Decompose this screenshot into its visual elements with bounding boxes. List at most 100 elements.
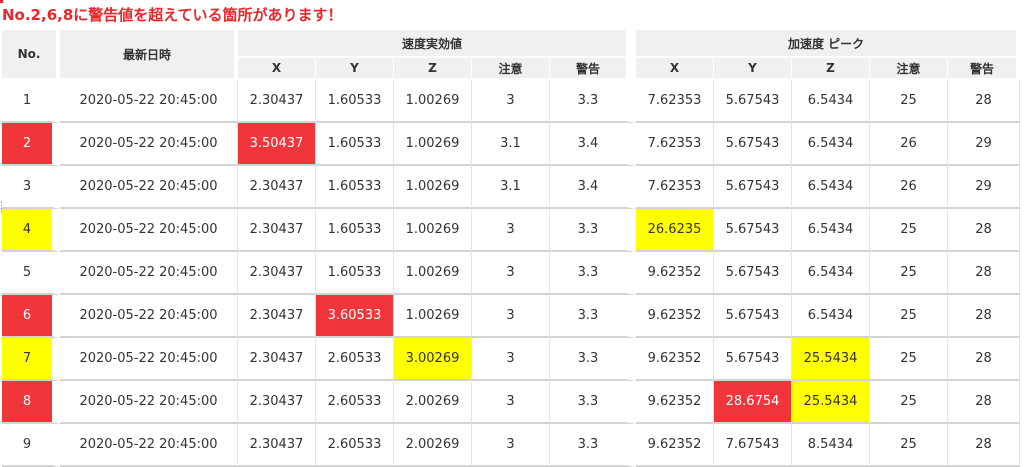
cell-velocity-z: 1.00269 bbox=[394, 209, 472, 252]
cell-accel-caution: 25 bbox=[870, 338, 949, 381]
cell-no: 3 bbox=[2, 166, 60, 209]
cell-no: 5 bbox=[2, 252, 60, 295]
cell-accel-z: 6.5434 bbox=[792, 166, 871, 209]
cell-datetime: 2020-05-22 20:45:00 bbox=[60, 166, 238, 209]
header-velocity-z[interactable]: Z bbox=[394, 58, 472, 80]
cell-accel-x: 26.6235 bbox=[636, 209, 715, 252]
cell-accel-y: 5.67543 bbox=[714, 80, 793, 123]
cell-accel-y: 5.67543 bbox=[714, 338, 793, 381]
cell-velocity-caution: 3 bbox=[472, 80, 550, 123]
header-velocity-caution[interactable]: 注意 bbox=[472, 58, 550, 80]
cell-accel-warning: 29 bbox=[948, 123, 1021, 166]
table-row[interactable]: 9 2020-05-22 20:45:00 2.30437 2.60533 2.0026… bbox=[2, 424, 1021, 467]
cell-accel-warning: 28 bbox=[948, 252, 1021, 295]
table-row[interactable]: 1 2020-05-22 20:45:00 2.30437 1.60533 1.0026… bbox=[2, 80, 1021, 123]
cell-velocity-warning: 3.3 bbox=[550, 381, 637, 424]
header-no[interactable]: No. bbox=[2, 30, 60, 80]
table-row[interactable]: 3 2020-05-22 20:45:00 2.30437 1.60533 1.0026… bbox=[2, 166, 1021, 209]
table-row[interactable]: 2 2020-05-22 20:45:00 3.50437 1.60533 1.0026… bbox=[2, 123, 1021, 166]
cell-accel-y: 7.67543 bbox=[714, 424, 793, 467]
cell-accel-z: 6.5434 bbox=[792, 80, 871, 123]
cell-velocity-y: 2.60533 bbox=[316, 381, 394, 424]
header-velocity-x[interactable]: X bbox=[238, 58, 316, 80]
cell-datetime: 2020-05-22 20:45:00 bbox=[60, 123, 238, 166]
cell-accel-x: 9.62352 bbox=[636, 338, 715, 381]
cell-velocity-z: 2.00269 bbox=[394, 424, 472, 467]
cell-velocity-x: 2.30437 bbox=[238, 209, 316, 252]
cell-no: 2 bbox=[2, 123, 60, 166]
alert-message: No.2,6,8に警告値を超えている箇所があります！ bbox=[2, 6, 343, 24]
header-accel-y[interactable]: Y bbox=[714, 58, 793, 80]
cell-datetime: 2020-05-22 20:45:00 bbox=[60, 209, 238, 252]
cell-velocity-x: 2.30437 bbox=[238, 252, 316, 295]
cell-accel-caution: 26 bbox=[870, 166, 949, 209]
table-header: No. 最新日時 速度実効値 加速度 ピーク X Y Z 注意 警告 X Y Z… bbox=[2, 30, 1021, 80]
table-row[interactable]: 4 2020-05-22 20:45:00 2.30437 1.60533 1.0026… bbox=[2, 209, 1021, 252]
cell-accel-caution: 25 bbox=[870, 252, 949, 295]
cell-accel-warning: 28 bbox=[948, 295, 1021, 338]
cell-velocity-x: 2.30437 bbox=[238, 166, 316, 209]
cell-accel-caution: 26 bbox=[870, 123, 949, 166]
header-accel-warning[interactable]: 警告 bbox=[948, 58, 1021, 80]
cell-no: 8 bbox=[2, 381, 60, 424]
cell-velocity-y: 1.60533 bbox=[316, 252, 394, 295]
cell-accel-x: 7.62353 bbox=[636, 80, 715, 123]
cell-accel-warning: 28 bbox=[948, 424, 1021, 467]
cell-accel-warning: 28 bbox=[948, 381, 1021, 424]
cell-accel-z: 6.5434 bbox=[792, 252, 871, 295]
cell-accel-caution: 25 bbox=[870, 424, 949, 467]
cell-velocity-y: 1.60533 bbox=[316, 80, 394, 123]
cell-accel-warning: 28 bbox=[948, 209, 1021, 252]
table-row[interactable]: 6 2020-05-22 20:45:00 2.30437 3.60533 1.0026… bbox=[2, 295, 1021, 338]
cell-velocity-caution: 3.1 bbox=[472, 123, 550, 166]
cell-accel-y: 5.67543 bbox=[714, 166, 793, 209]
cell-accel-x: 9.62352 bbox=[636, 295, 715, 338]
cell-accel-z: 8.5434 bbox=[792, 424, 871, 467]
cell-accel-caution: 25 bbox=[870, 209, 949, 252]
cell-velocity-y: 1.60533 bbox=[316, 123, 394, 166]
cell-velocity-x: 2.30437 bbox=[238, 424, 316, 467]
cell-velocity-caution: 3.1 bbox=[472, 166, 550, 209]
header-accel-group: 加速度 ピーク bbox=[636, 30, 1021, 58]
cell-accel-y: 5.67543 bbox=[714, 252, 793, 295]
cell-velocity-warning: 3.3 bbox=[550, 80, 637, 123]
header-datetime[interactable]: 最新日時 bbox=[60, 30, 238, 80]
cell-accel-z: 6.5434 bbox=[792, 209, 871, 252]
cell-velocity-y: 2.60533 bbox=[316, 338, 394, 381]
cell-velocity-z: 1.00269 bbox=[394, 252, 472, 295]
cell-accel-x: 7.62353 bbox=[636, 123, 715, 166]
header-velocity-y[interactable]: Y bbox=[316, 58, 394, 80]
cell-velocity-caution: 3 bbox=[472, 338, 550, 381]
table-row[interactable]: 8 2020-05-22 20:45:00 2.30437 2.60533 2.0026… bbox=[2, 381, 1021, 424]
header-accel-x[interactable]: X bbox=[636, 58, 715, 80]
cell-velocity-caution: 3 bbox=[472, 252, 550, 295]
header-accel-caution[interactable]: 注意 bbox=[870, 58, 949, 80]
cell-velocity-warning: 3.3 bbox=[550, 295, 637, 338]
cell-velocity-y: 2.60533 bbox=[316, 424, 394, 467]
table-row[interactable]: 5 2020-05-22 20:45:00 2.30437 1.60533 1.0026… bbox=[2, 252, 1021, 295]
cell-no: 9 bbox=[2, 424, 60, 467]
header-accel-z[interactable]: Z bbox=[792, 58, 871, 80]
measurement-table: No. 最新日時 速度実効値 加速度 ピーク X Y Z 注意 警告 X Y Z… bbox=[2, 30, 1021, 467]
cell-velocity-y: 3.60533 bbox=[316, 295, 394, 338]
cell-velocity-z: 1.00269 bbox=[394, 295, 472, 338]
header-velocity-warning[interactable]: 警告 bbox=[550, 58, 637, 80]
cell-velocity-z: 3.00269 bbox=[394, 338, 472, 381]
cell-velocity-z: 2.00269 bbox=[394, 381, 472, 424]
cell-velocity-caution: 3 bbox=[472, 209, 550, 252]
cell-velocity-z: 1.00269 bbox=[394, 166, 472, 209]
cell-accel-y: 28.6754 bbox=[714, 381, 793, 424]
cell-accel-x: 9.62352 bbox=[636, 252, 715, 295]
cell-velocity-z: 1.00269 bbox=[394, 80, 472, 123]
table-body: 1 2020-05-22 20:45:00 2.30437 1.60533 1.0026… bbox=[2, 80, 1021, 467]
cell-datetime: 2020-05-22 20:45:00 bbox=[60, 80, 238, 123]
cell-velocity-warning: 3.3 bbox=[550, 338, 637, 381]
cell-velocity-x: 2.30437 bbox=[238, 381, 316, 424]
cell-accel-y: 5.67543 bbox=[714, 295, 793, 338]
table-row[interactable]: 7 2020-05-22 20:45:00 2.30437 2.60533 3.0026… bbox=[2, 338, 1021, 381]
cell-accel-z: 25.5434 bbox=[792, 381, 871, 424]
cell-velocity-warning: 3.3 bbox=[550, 209, 637, 252]
cell-accel-caution: 25 bbox=[870, 295, 949, 338]
cell-datetime: 2020-05-22 20:45:00 bbox=[60, 381, 238, 424]
cell-velocity-warning: 3.4 bbox=[550, 166, 637, 209]
